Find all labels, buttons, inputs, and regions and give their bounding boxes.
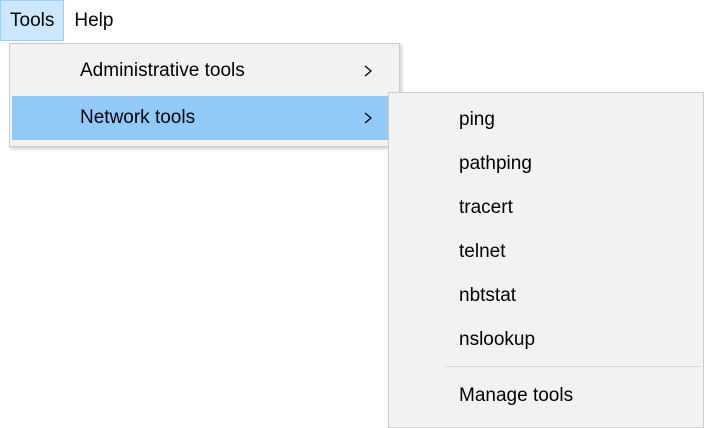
submenu-item-manage-tools[interactable]: Manage tools <box>391 374 701 418</box>
submenu-item-pathping[interactable]: pathping <box>391 142 701 186</box>
submenu-item-label: pathping <box>459 153 532 174</box>
submenu-item-label: ping <box>459 109 495 130</box>
menu-item-label: Network tools <box>80 107 196 128</box>
tools-dropdown-menu: Administrative tools Network tools <box>9 43 400 147</box>
submenu-item-label: tracert <box>459 197 513 218</box>
submenu-item-tracert[interactable]: tracert <box>391 186 701 230</box>
submenu-item-nslookup[interactable]: nslookup <box>391 318 701 362</box>
submenu-item-label: nslookup <box>459 329 536 350</box>
submenu-item-label: Manage tools <box>459 385 574 406</box>
chevron-right-icon <box>364 112 373 124</box>
menu-bar: Tools Help <box>0 0 704 44</box>
menu-tools[interactable]: Tools <box>0 0 65 41</box>
menu-item-administrative-tools[interactable]: Administrative tools <box>12 49 397 93</box>
chevron-right-icon <box>364 65 373 77</box>
menu-help[interactable]: Help <box>64 0 123 41</box>
menu-item-label: Administrative tools <box>80 60 245 81</box>
submenu-item-nbtstat[interactable]: nbtstat <box>391 274 701 318</box>
submenu-item-label: telnet <box>459 241 506 262</box>
submenu-item-ping[interactable]: ping <box>391 98 701 142</box>
menu-item-network-tools[interactable]: Network tools <box>12 96 397 140</box>
submenu-item-label: nbtstat <box>459 285 517 306</box>
network-tools-submenu: ping pathping tracert telnet nbtstat nsl… <box>388 92 704 428</box>
menu-separator <box>445 366 701 367</box>
submenu-item-telnet[interactable]: telnet <box>391 230 701 274</box>
